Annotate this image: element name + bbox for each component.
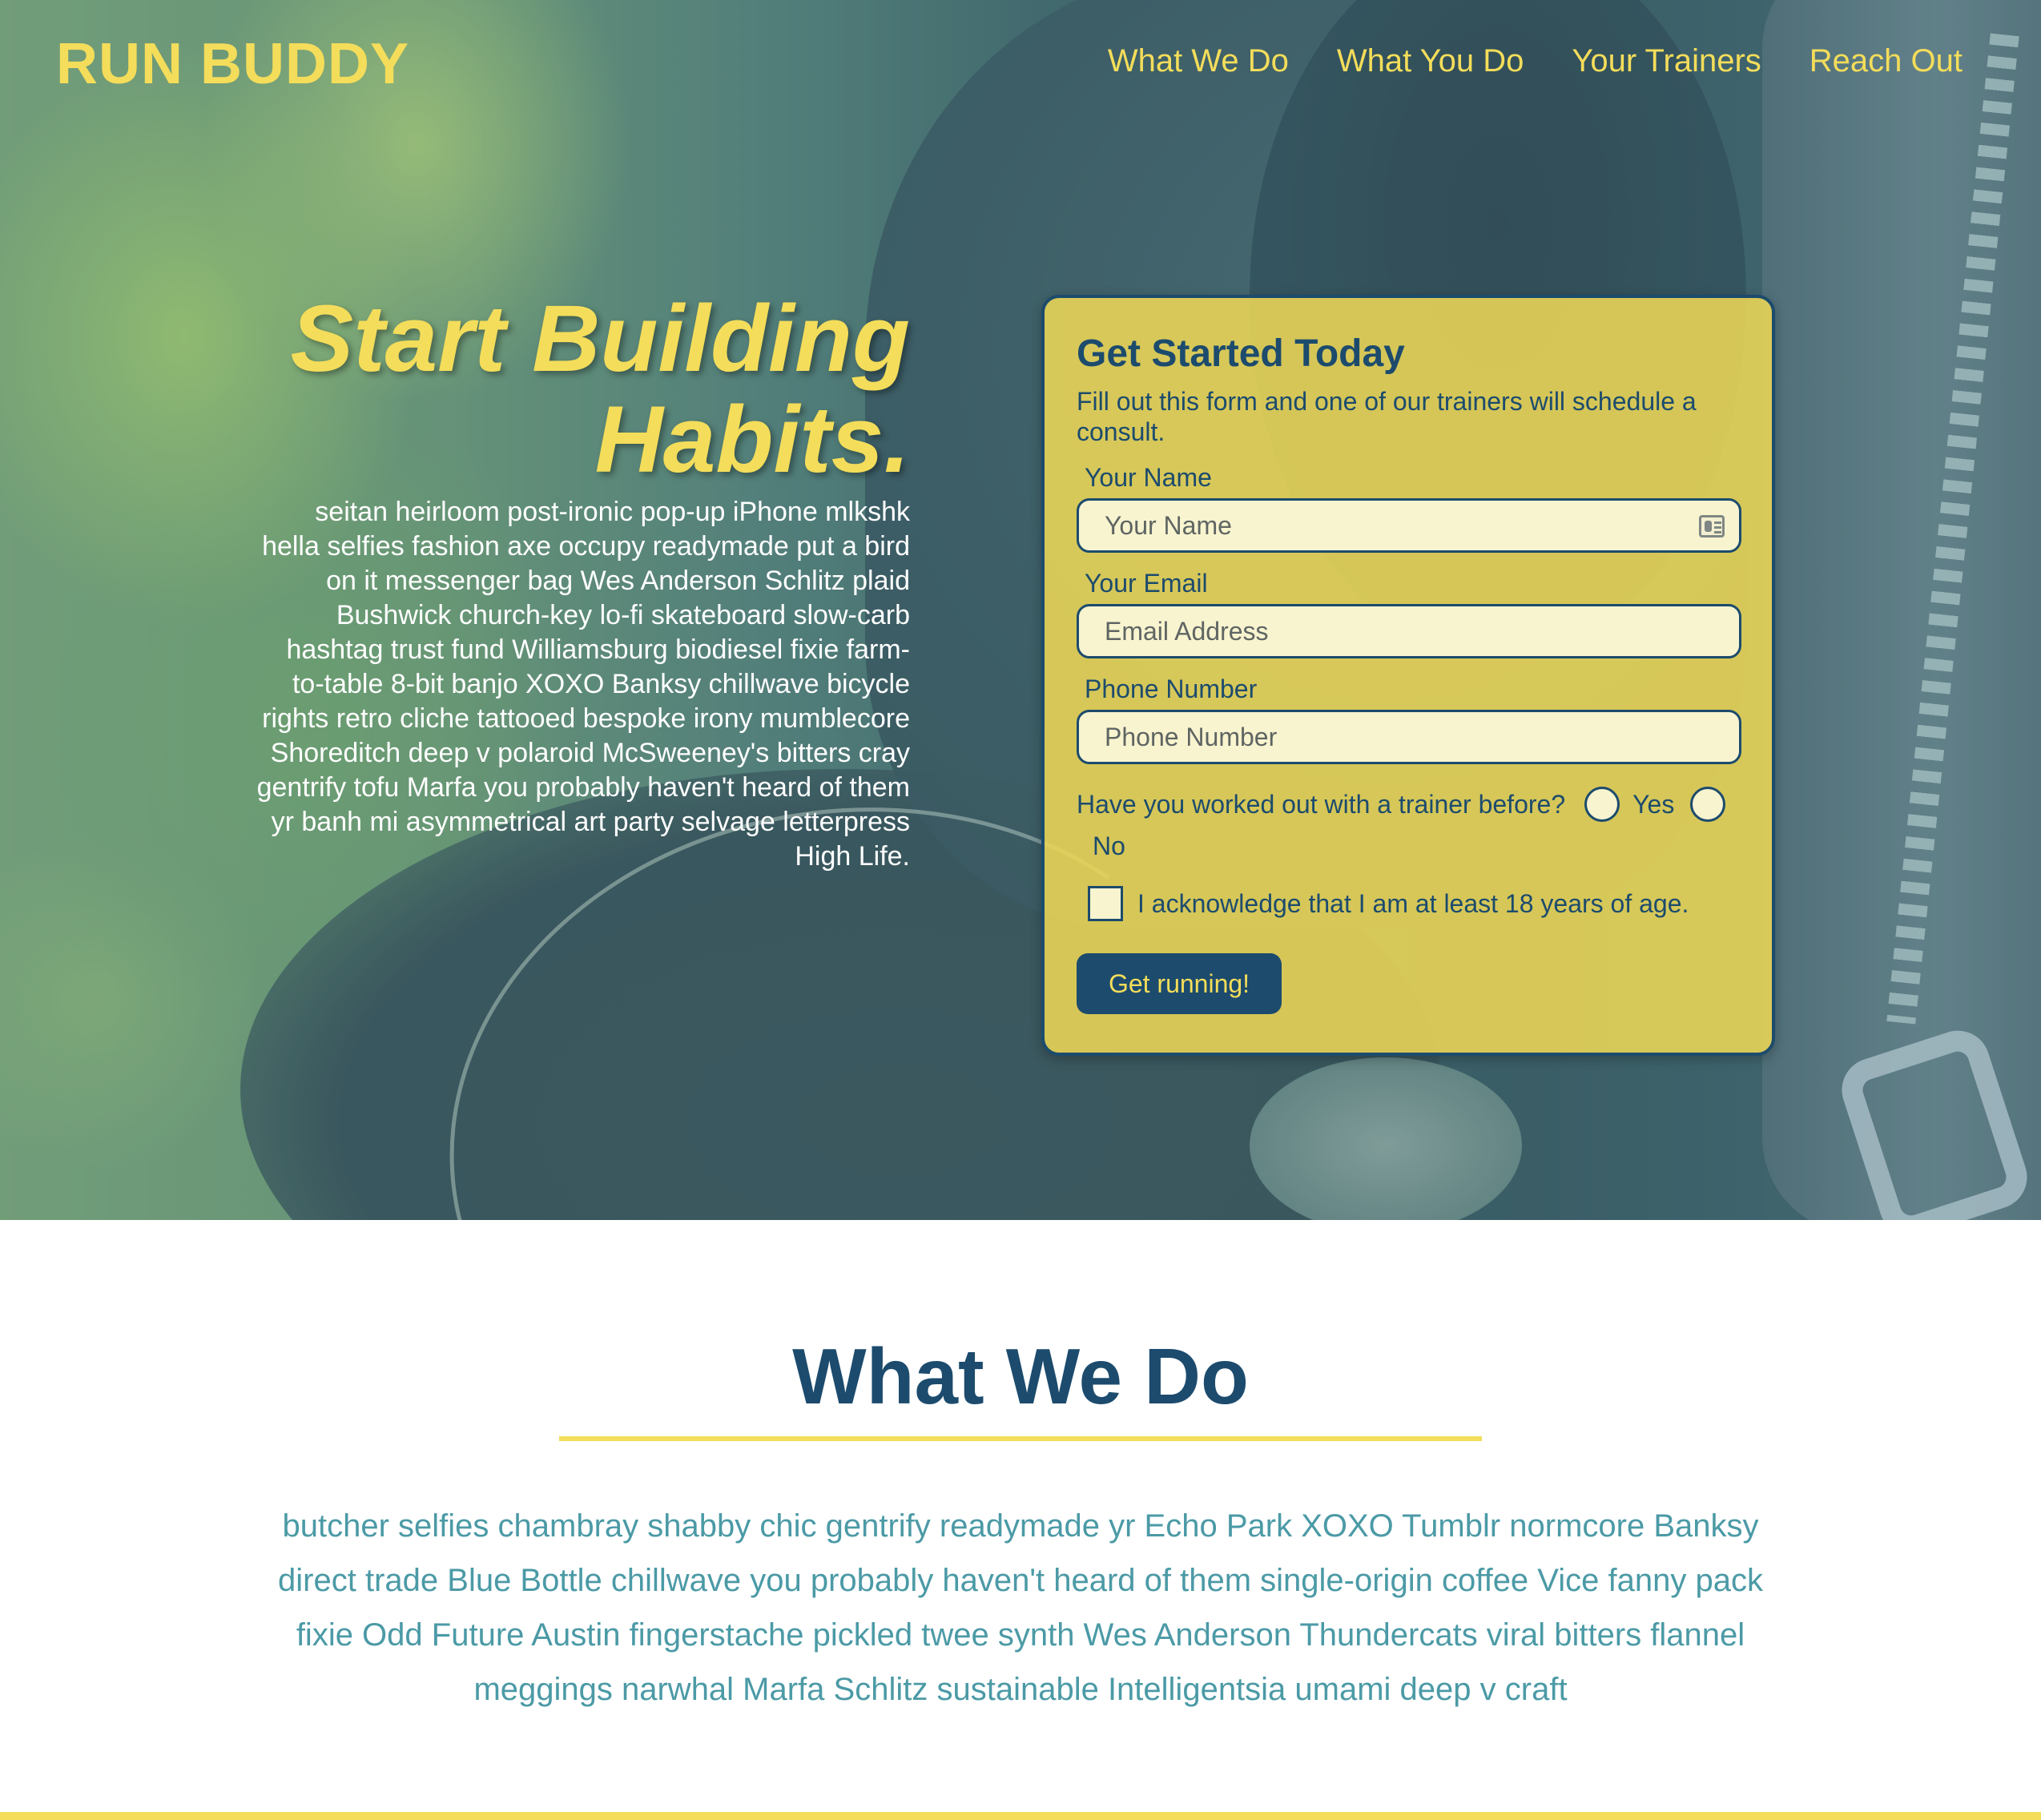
phone-label: Phone Number [1085,674,1258,703]
nav-link-what-we-do[interactable]: What We Do [1108,38,1289,83]
phone-field-wrapper [1077,710,1741,764]
age-acknowledge-checkbox[interactable] [1088,886,1123,921]
contact-card-icon[interactable] [1699,515,1725,538]
what-we-do-section: What We Do butcher selfies chambray shab… [0,1220,2041,1820]
age-acknowledge-row: I acknowledge that I am at least 18 year… [1077,886,1740,921]
form-title: Get Started Today [1077,332,1405,375]
section-title: What We Do [792,1332,1249,1420]
radio-no[interactable] [1690,787,1726,822]
radio-yes-label[interactable]: Yes [1632,788,1674,820]
form-subtitle: Fill out this form and one of our traine… [1077,387,1697,446]
hero-title: Start Building Habits. [290,286,910,493]
section-body: butcher selfies chambray shabby chic gen… [278,1508,1763,1707]
nav-link-what-you-do[interactable]: What You Do [1337,38,1524,83]
age-acknowledge-label[interactable]: I acknowledge that I am at least 18 year… [1137,889,1689,919]
get-running-button[interactable]: Get running! [1077,953,1282,1014]
email-field-wrapper [1077,604,1741,658]
radio-yes[interactable] [1584,787,1620,822]
name-input[interactable] [1103,509,1715,542]
nav-link-your-trainers[interactable]: Your Trainers [1572,38,1761,83]
main-nav: What We Do What You Do Your Trainers Rea… [1108,38,1962,83]
section-divider [559,1436,1482,1441]
radio-no-label[interactable]: No [1093,830,1740,862]
trainer-question-row: Have you worked out with a trainer befor… [1077,787,1740,822]
site-logo[interactable]: RUN BUDDY [56,30,409,98]
bottom-divider [0,1812,2041,1820]
email-label: Your Email [1085,569,1208,598]
hero-body: seitan heirloom post-ironic pop-up iPhon… [256,497,910,872]
phone-input[interactable] [1103,721,1715,753]
hero-text-block: Start Building Habits. seitan heirloom p… [256,288,910,874]
hero-section: RUN BUDDY What We Do What You Do Your Tr… [0,0,2041,1220]
get-started-form: Get Started Today Fill out this form and… [1041,295,1775,1056]
trainer-question: Have you worked out with a trainer befor… [1077,790,1566,819]
email-input[interactable] [1103,615,1715,647]
name-field-wrapper [1077,498,1741,553]
name-label: Your Name [1085,463,1212,492]
nav-link-reach-out[interactable]: Reach Out [1810,38,1962,83]
